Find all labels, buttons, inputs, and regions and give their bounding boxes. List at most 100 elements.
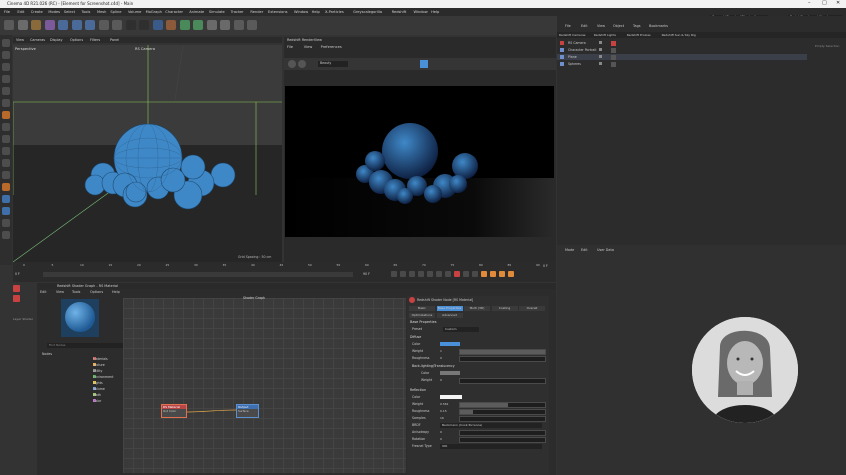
viewport-menu-options[interactable]: Options [70, 38, 83, 42]
left-tool-14-icon[interactable] [2, 207, 10, 215]
toolbar-tool-15-icon[interactable] [206, 20, 217, 30]
node-category-label[interactable]: Color [93, 399, 101, 403]
shader-graph-menu-tools[interactable]: Tools [72, 290, 80, 294]
menu-item-18[interactable]: X-Particles [325, 10, 344, 14]
reflection-section[interactable]: Reflection [410, 388, 426, 394]
diffuse-roughness-slider[interactable] [459, 356, 546, 362]
reflection-weight-value[interactable]: 0.561 [440, 402, 449, 406]
viewport-menu-display[interactable]: Display [50, 38, 63, 42]
toolbar-tool-7-icon[interactable] [98, 20, 109, 30]
object-menu-file[interactable]: File [565, 24, 571, 28]
renderview-menu-preferences[interactable]: Preferences [321, 45, 342, 49]
diffuse-weight-value[interactable]: 1 [440, 349, 442, 353]
playback-button-10[interactable] [481, 271, 487, 277]
object-menu-edit[interactable]: Edit [581, 24, 588, 28]
playback-button-0[interactable] [391, 271, 397, 277]
menu-item-2[interactable]: Create [31, 10, 43, 14]
render-region-icon[interactable] [420, 60, 428, 68]
playback-button-12[interactable] [499, 271, 505, 277]
playback-button-6[interactable] [445, 271, 451, 277]
menu-item-6[interactable]: Mesh [97, 10, 106, 14]
node-category-label[interactable]: Texture [93, 363, 105, 367]
properties-tab-4[interactable]: Overall [519, 306, 545, 311]
toolbar-tool-12-icon[interactable] [166, 20, 176, 30]
backlighting-section[interactable]: Back-lighting/Translucency [412, 364, 455, 370]
playback-button-3[interactable] [418, 271, 424, 277]
reflection-weight-slider[interactable] [459, 402, 546, 408]
menu-item-21[interactable]: Window [414, 10, 428, 14]
menu-item-0[interactable]: File [4, 10, 10, 14]
menu-item-1[interactable]: Edit [17, 10, 24, 14]
shader-graph-canvas[interactable]: Shader Graph RS Material Out Color Outpu… [123, 296, 406, 473]
red-node-icon-1[interactable] [13, 285, 20, 292]
menu-item-22[interactable]: Help [431, 10, 439, 14]
object-row[interactable]: RS Camera [557, 40, 807, 46]
toolbar-tool-0-icon[interactable] [4, 20, 14, 30]
visibility-icon[interactable] [599, 48, 602, 51]
brdf-select[interactable]: Beckmann (Cook-Torrance) [440, 423, 542, 428]
reflection-color-swatch[interactable] [440, 395, 462, 399]
find-nodes-input[interactable]: Find Nodes [47, 343, 123, 348]
visibility-icon[interactable] [599, 55, 602, 58]
node-category-label[interactable]: Environment [93, 375, 113, 379]
node-category-label[interactable]: Lights [93, 381, 103, 385]
rotation-value[interactable]: 0 [440, 437, 442, 441]
object-name[interactable]: Character Portrait [568, 48, 596, 52]
playback-button-13[interactable] [508, 271, 514, 277]
attribute-menu-0[interactable]: Mode [565, 248, 574, 252]
diffuse-weight-slider[interactable] [459, 349, 546, 355]
menu-item-5[interactable]: Tools [82, 10, 91, 14]
diffuse-color-swatch[interactable] [440, 342, 460, 346]
toolbar-tool-16-icon[interactable] [220, 20, 230, 30]
playback-button-2[interactable] [409, 271, 415, 277]
toolbar-tool-10-icon[interactable] [139, 20, 149, 30]
toolbar-tool-18-icon[interactable] [247, 20, 257, 30]
viewport-menu-panel[interactable]: Panel [110, 38, 119, 42]
toolbar-tool-9-icon[interactable] [125, 20, 136, 30]
object-tab-3[interactable]: Redshift Sun & Sky Rig [662, 33, 696, 37]
node-rs-material[interactable]: RS Material Out Color [161, 404, 187, 418]
toolbar-tool-5-icon[interactable] [71, 20, 82, 30]
reflection-samples-slider[interactable] [459, 416, 546, 422]
object-name[interactable]: RS Camera [568, 41, 586, 45]
backlighting-weight-slider[interactable] [459, 378, 546, 384]
properties-tab-2[interactable]: Multi (3D) [464, 306, 490, 311]
menu-item-11[interactable]: Animate [189, 10, 204, 14]
rotation-slider[interactable] [459, 437, 546, 443]
menu-item-12[interactable]: Simulate [209, 10, 225, 14]
frame-range-slider[interactable] [43, 272, 353, 277]
backlighting-weight-value[interactable]: 0 [440, 378, 442, 382]
render-start-icon[interactable] [288, 60, 296, 68]
object-name[interactable]: Spheres [568, 62, 581, 66]
left-tool-4-icon[interactable] [2, 87, 10, 95]
reflection-samples-value[interactable]: 16 [440, 416, 444, 420]
node-output-port[interactable]: Surface [237, 409, 258, 413]
object-tab-1[interactable]: Redshift Lights [594, 33, 616, 37]
object-name[interactable]: Plane [568, 55, 577, 59]
aov-select[interactable]: Beauty [318, 61, 348, 67]
menu-item-9[interactable]: MoGraph [146, 10, 162, 14]
properties-tab-1[interactable]: Base Properties [436, 306, 463, 311]
menu-item-13[interactable]: Tracker [231, 10, 244, 14]
playback-button-11[interactable] [490, 271, 496, 277]
playback-button-5[interactable] [436, 271, 442, 277]
toolbar-tool-3-icon[interactable] [44, 20, 55, 30]
object-row[interactable]: Spheres [557, 61, 807, 67]
left-tool-2-icon[interactable] [2, 63, 10, 71]
preset-select[interactable]: Custom [443, 327, 479, 332]
toolbar-tool-2-icon[interactable] [31, 20, 41, 30]
node-category-label[interactable]: Utility [93, 369, 102, 373]
node-category-label[interactable]: Math [93, 393, 101, 397]
timeline-ruler[interactable]: 0 5 10 15 20 25 30 35 40 45 50 55 60 65 70 75 80 85 90 [23, 263, 543, 269]
node-rs-material-port[interactable]: Out Color [162, 409, 186, 413]
object-tab-0[interactable]: Redshift Cameras [559, 33, 585, 37]
renderview-menu-view[interactable]: View [304, 45, 313, 49]
menu-item-3[interactable]: Modes [48, 10, 60, 14]
viewport-menu-filters[interactable]: Filters [90, 38, 100, 42]
properties-tab-0[interactable]: Basic [409, 306, 435, 311]
menu-item-20[interactable]: Redshift [392, 10, 407, 14]
object-tab-2[interactable]: Redshift Proxies [627, 33, 651, 37]
toolbar-tool-1-icon[interactable] [17, 20, 28, 30]
menu-item-15[interactable]: Extensions [268, 10, 288, 14]
shader-graph-menu-edit[interactable]: Edit [40, 290, 47, 294]
